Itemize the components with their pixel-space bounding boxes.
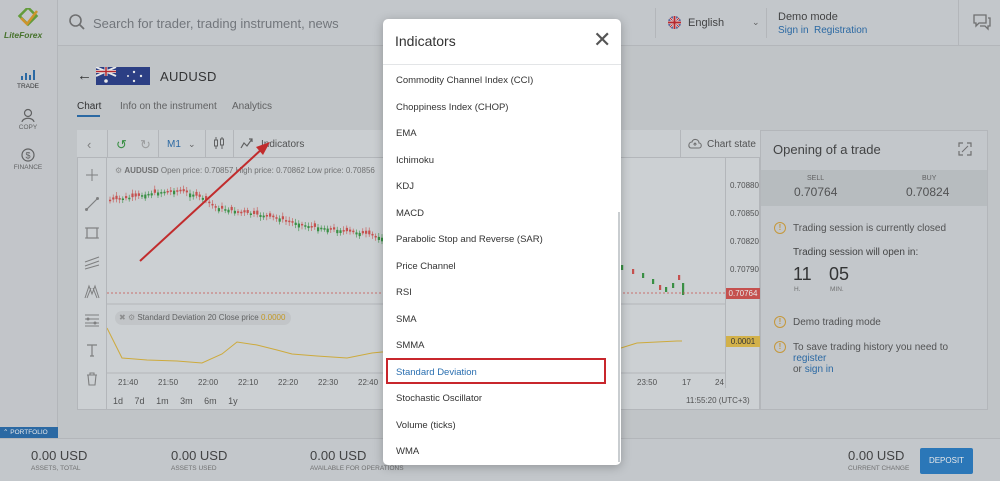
modal-divider bbox=[383, 64, 621, 65]
indicator-item[interactable]: MACD bbox=[396, 208, 424, 219]
indicator-item[interactable]: KDJ bbox=[396, 181, 414, 192]
indicator-item[interactable]: Choppiness Index (CHOP) bbox=[396, 102, 508, 113]
indicator-item[interactable]: Ichimoku bbox=[396, 155, 434, 166]
indicator-item[interactable]: RSI bbox=[396, 287, 412, 298]
indicator-item[interactable]: EMA bbox=[396, 128, 417, 139]
modal-scrollbar[interactable] bbox=[618, 212, 620, 462]
indicator-item[interactable]: Commodity Channel Index (CCI) bbox=[396, 75, 533, 86]
indicators-modal: Indicators ✕ Commodity Channel Index (CC… bbox=[383, 19, 621, 465]
highlight-box bbox=[386, 358, 606, 384]
modal-title: Indicators bbox=[395, 33, 456, 49]
close-icon[interactable]: ✕ bbox=[593, 29, 611, 51]
indicator-item[interactable]: SMA bbox=[396, 314, 417, 325]
indicator-item[interactable]: Parabolic Stop and Reverse (SAR) bbox=[396, 234, 543, 245]
indicator-item[interactable]: Volume (ticks) bbox=[396, 420, 456, 431]
indicator-item[interactable]: Price Channel bbox=[396, 261, 456, 272]
indicator-item[interactable]: WMA bbox=[396, 446, 419, 457]
indicator-item[interactable]: SMMA bbox=[396, 340, 425, 351]
indicator-item[interactable]: Stochastic Oscillator bbox=[396, 393, 482, 404]
